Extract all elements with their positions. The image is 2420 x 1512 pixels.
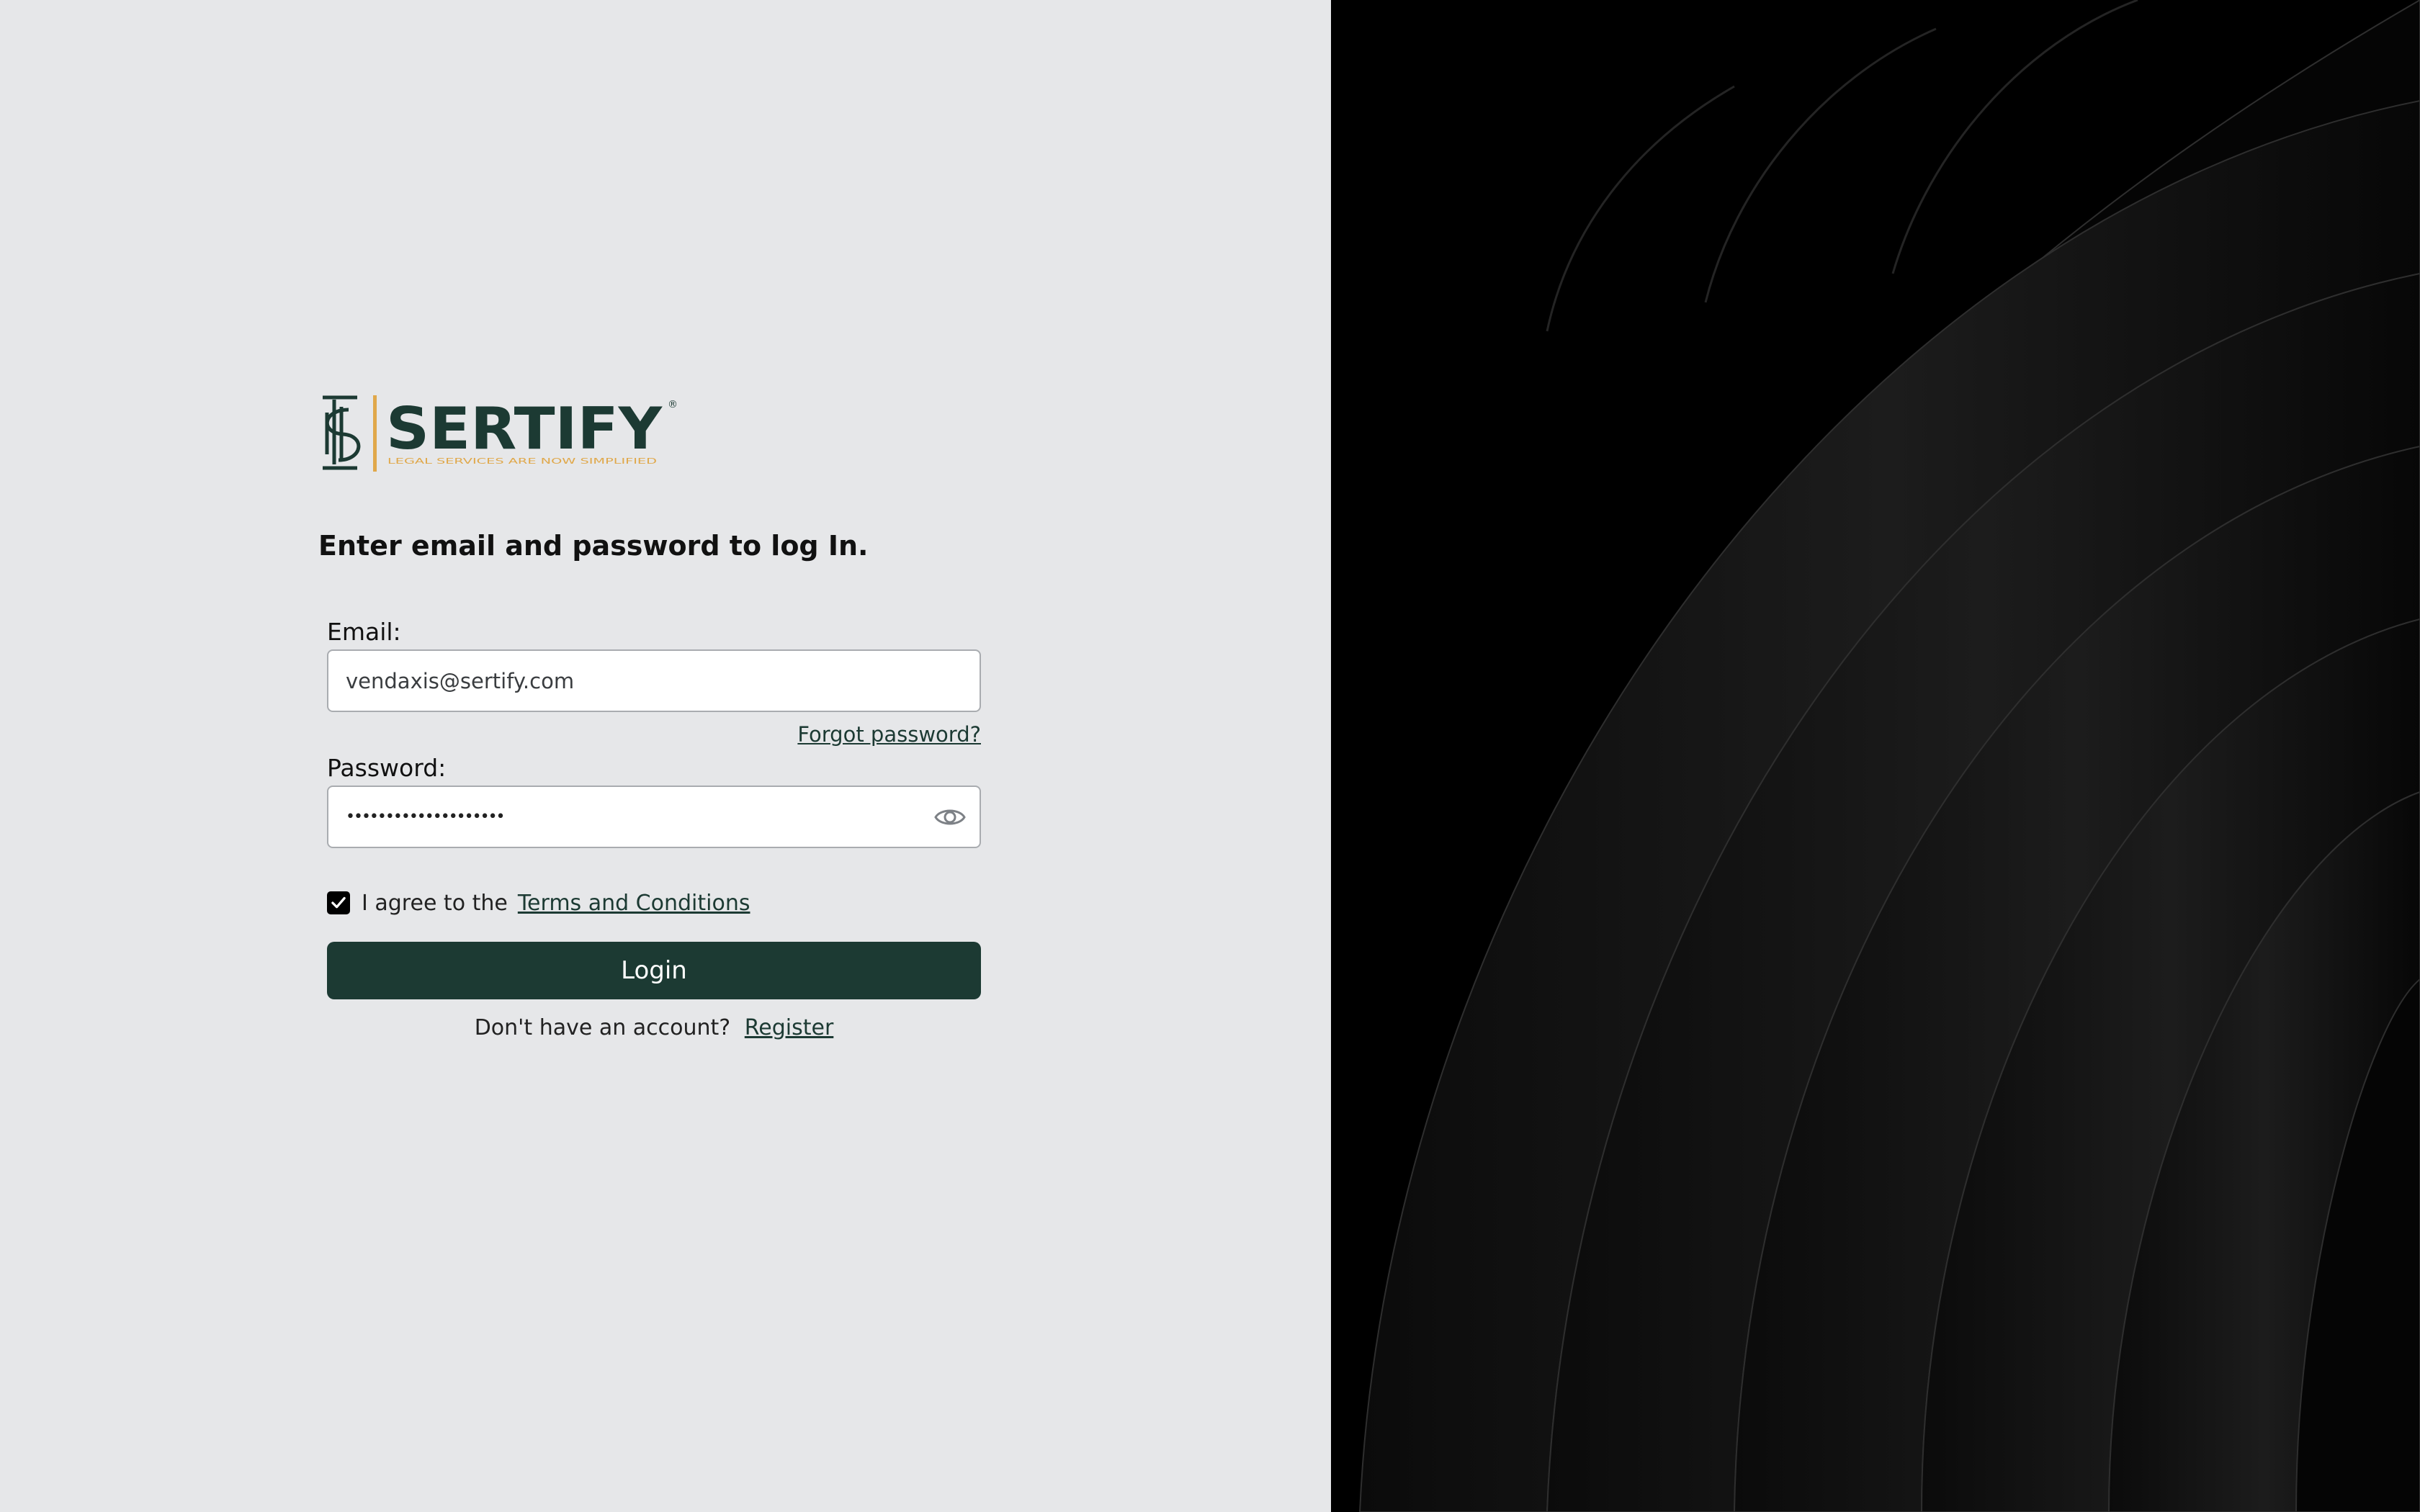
forgot-password-link[interactable]: Forgot password?: [797, 722, 981, 747]
no-account-text: Don't have an account?: [474, 1015, 731, 1040]
brand-name: SERTIFY: [386, 395, 663, 462]
sertify-logo: SERTIFY ® LEGAL SERVICES ARE NOW SIMPLIF…: [323, 395, 678, 472]
decorative-background-panel: [1331, 0, 2420, 1512]
email-field-box: [327, 649, 981, 712]
email-input[interactable]: [328, 651, 980, 711]
login-button[interactable]: Login: [327, 942, 981, 999]
login-panel: SERTIFY ® LEGAL SERVICES ARE NOW SIMPLIF…: [0, 0, 1331, 1512]
terms-link[interactable]: Terms and Conditions: [518, 891, 750, 916]
terms-checkbox[interactable]: [327, 891, 350, 914]
register-link[interactable]: Register: [745, 1015, 834, 1040]
terms-agreement-row: I agree to the Terms and Conditions: [327, 888, 981, 917]
login-form: Email: Forgot password? Password:: [327, 616, 981, 1040]
eye-icon[interactable]: [933, 803, 967, 832]
login-heading: Enter email and password to log In.: [318, 530, 869, 562]
login-page: SERTIFY ® LEGAL SERVICES ARE NOW SIMPLIF…: [0, 0, 2420, 1512]
registered-mark: ®: [668, 399, 678, 410]
password-label: Password:: [327, 754, 447, 782]
forgot-password-row: Forgot password?: [327, 714, 981, 755]
password-field-box: [327, 786, 981, 848]
email-label: Email:: [327, 618, 401, 646]
register-row: Don't have an account? Register: [327, 1015, 981, 1040]
checkmark-icon: [331, 896, 346, 909]
abstract-wave-graphic: [1358, 0, 2420, 1512]
pillar-s-logo-icon: [323, 395, 361, 470]
password-input[interactable]: [328, 787, 980, 847]
logo-divider: [373, 395, 377, 472]
terms-prefix-text: I agree to the: [362, 890, 508, 916]
brand-tagline: LEGAL SERVICES ARE NOW SIMPLIFIED: [387, 456, 657, 466]
